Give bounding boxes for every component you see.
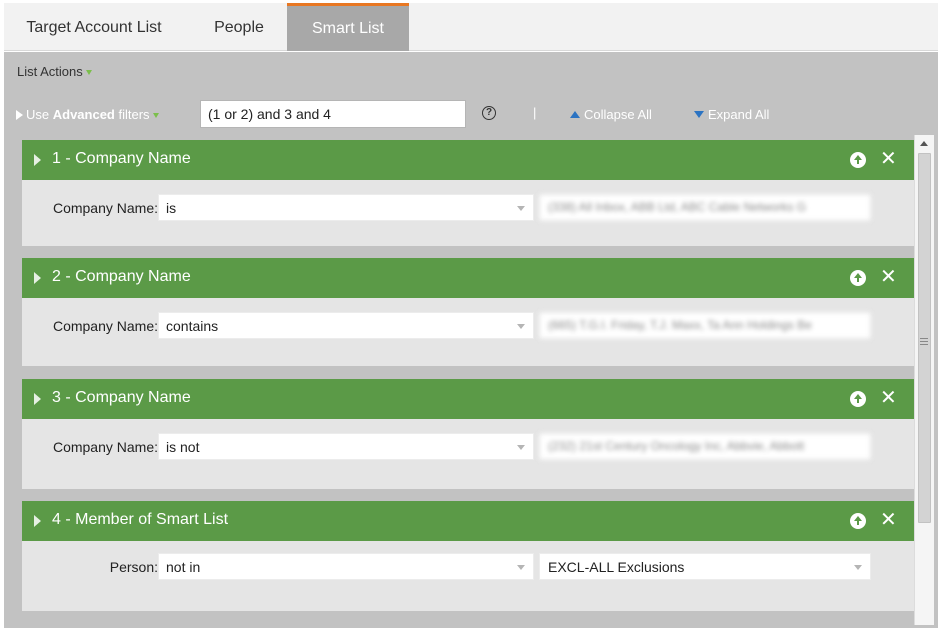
operator-select[interactable]: is [158,194,534,221]
operator-value: contains [166,318,219,334]
arrow-up-circle-icon[interactable] [850,391,866,407]
filter-title: 3 - Company Name [52,389,191,406]
operator-value: is [166,200,177,216]
operator-select[interactable]: is not [158,433,534,460]
grip-icon [920,338,928,345]
filter-row: Company Name: is not (232) 21st Century … [22,433,914,461]
funnel-icon [34,154,41,166]
filter-card: 3 - Company Name ✕ Company Name: is not … [22,379,914,489]
collapse-all-label: Collapse All [584,107,652,122]
use-prefix: Use [26,107,53,122]
funnel-icon [34,272,41,284]
advanced-filters-toggle[interactable]: Use Advanced filters [16,107,159,122]
filter-row: Person: not in EXCL-ALL Exclusions [22,553,914,581]
triangle-up-icon [570,111,580,118]
value-input[interactable]: (665) T.G.I. Friday, T.J. Maxx, Ta Ann H… [539,312,871,339]
funnel-icon [34,515,41,527]
filter-toolbar: Use Advanced filters ? | Collapse All Ex… [4,92,938,132]
filter-title: 1 - Company Name [52,150,191,167]
close-icon[interactable]: ✕ [880,385,897,410]
filter-header[interactable]: 2 - Company Name ✕ [22,258,914,298]
close-icon[interactable]: ✕ [880,264,897,289]
scroll-up-icon[interactable] [920,141,928,146]
funnel-icon [34,393,41,405]
chevron-down-icon [517,565,525,570]
operator-select[interactable]: not in [158,553,534,580]
list-actions-bar: List Actions [4,52,938,92]
close-icon[interactable]: ✕ [880,507,897,532]
filter-row: Company Name: contains (665) T.G.I. Frid… [22,312,914,340]
filter-header[interactable]: 1 - Company Name ✕ [22,140,914,180]
advanced-label: Advanced [52,107,115,122]
filter-field-label: Person: [109,559,158,575]
close-icon[interactable]: ✕ [880,146,897,171]
tab-target-account-list[interactable]: Target Account List [4,3,184,51]
filter-title: 2 - Company Name [52,268,191,285]
collapse-all-button[interactable]: Collapse All [570,107,652,122]
triangle-down-icon [694,111,704,118]
expand-all-button[interactable]: Expand All [694,107,769,122]
tab-smart-list[interactable]: Smart List [287,3,409,51]
filter-field-label: Company Name: [52,439,158,455]
filter-row: Company Name: is (338) All Inbox, ABB Lt… [22,194,914,222]
arrow-up-circle-icon[interactable] [850,152,866,168]
smart-list-value: EXCL-ALL Exclusions [548,559,685,575]
list-actions-menu[interactable]: List Actions [17,64,92,79]
tab-bar: Target Account List People Smart List [4,3,938,51]
filter-field-label: Company Name: [52,200,158,216]
arrow-up-circle-icon[interactable] [850,270,866,286]
vertical-scrollbar[interactable] [914,135,934,625]
chevron-down-icon [152,113,159,119]
chevron-down-icon [517,324,525,329]
filter-card: 4 - Member of Smart List ✕ Person: not i… [22,501,914,611]
chevron-down-icon [854,565,862,570]
operator-select[interactable]: contains [158,312,534,339]
help-icon[interactable]: ? [482,106,496,120]
filters-suffix: filters [114,107,150,122]
list-actions-label: List Actions [17,64,83,79]
filter-logic-input[interactable] [200,100,466,128]
chevron-down-icon [517,445,525,450]
filter-title: 4 - Member of Smart List [52,511,229,528]
operator-value: not in [166,559,201,575]
funnel-icon [16,110,23,120]
chevron-down-icon [85,70,92,76]
filter-field-label: Company Name: [52,318,158,334]
toolbar-separator: | [533,105,537,120]
value-input[interactable]: (232) 21st Century Oncology Inc, Abbvie,… [539,433,871,460]
value-input[interactable]: (338) All Inbox, ABB Ltd, ABC Cable Netw… [539,194,871,221]
arrow-up-circle-icon[interactable] [850,513,866,529]
operator-value: is not [166,439,200,455]
filter-header[interactable]: 3 - Company Name ✕ [22,379,914,419]
chevron-down-icon [517,206,525,211]
smart-list-select[interactable]: EXCL-ALL Exclusions [539,553,871,580]
filter-card: 1 - Company Name ✕ Company Name: is (338… [22,140,914,246]
expand-all-label: Expand All [708,107,770,122]
tab-people[interactable]: People [192,3,286,51]
filter-canvas: 1 - Company Name ✕ Company Name: is (338… [4,132,938,628]
filter-header[interactable]: 4 - Member of Smart List ✕ [22,501,914,541]
filter-card: 2 - Company Name ✕ Company Name: contain… [22,258,914,366]
